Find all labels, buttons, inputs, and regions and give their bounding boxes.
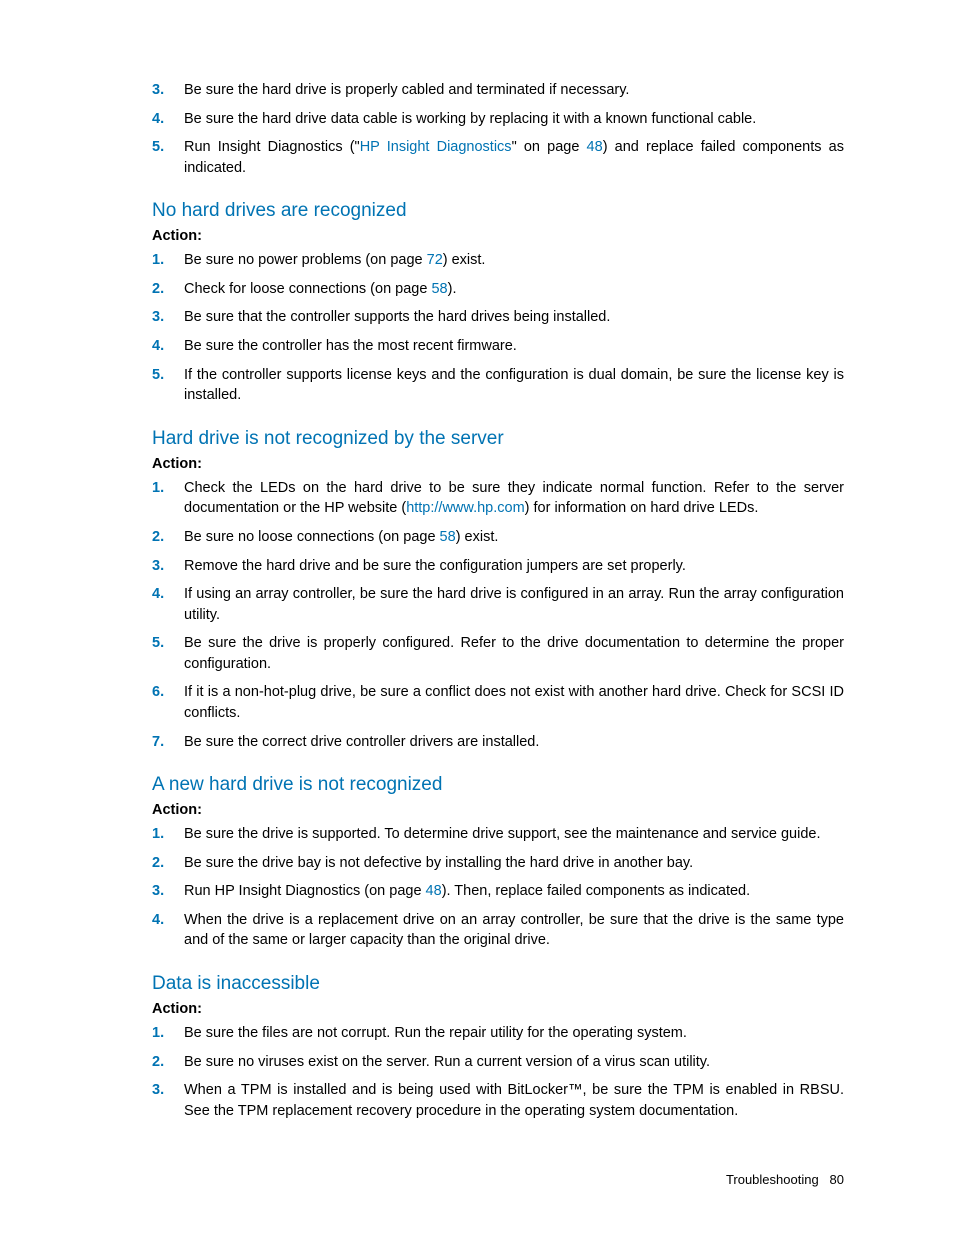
page-footer: Troubleshooting 80 — [726, 1172, 844, 1187]
list-number: 5. — [152, 365, 172, 386]
list-item: 6.If it is a non-hot-plug drive, be sure… — [152, 682, 844, 723]
list-number: 1. — [152, 478, 172, 499]
section-heading: No hard drives are recognized — [152, 200, 844, 222]
list-number: 3. — [152, 556, 172, 577]
list-number: 5. — [152, 137, 172, 158]
list-item: 5.Be sure the drive is properly configur… — [152, 633, 844, 674]
list-number: 3. — [152, 881, 172, 902]
list-item: 1.Be sure no power problems (on page 72)… — [152, 250, 844, 271]
cross-reference-link[interactable]: 72 — [427, 252, 443, 268]
list-number: 4. — [152, 109, 172, 130]
cross-reference-link[interactable]: 48 — [587, 139, 603, 155]
list-number: 2. — [152, 853, 172, 874]
cross-reference-link[interactable]: http://www.hp.com — [406, 500, 524, 516]
list-item: 7.Be sure the correct drive controller d… — [152, 732, 844, 753]
list-item: 5.Run Insight Diagnostics ("HP Insight D… — [152, 137, 844, 178]
list-number: 3. — [152, 80, 172, 101]
list-number: 3. — [152, 1080, 172, 1101]
document-page: 3.Be sure the hard drive is properly cab… — [0, 0, 954, 1235]
list-number: 2. — [152, 1052, 172, 1073]
list-number: 1. — [152, 824, 172, 845]
list-item: 4.If using an array controller, be sure … — [152, 584, 844, 625]
action-label: Action: — [152, 456, 844, 472]
list-number: 2. — [152, 527, 172, 548]
list-item: 3.When a TPM is installed and is being u… — [152, 1080, 844, 1121]
section-heading: A new hard drive is not recognized — [152, 774, 844, 796]
list-item: 2.Be sure no loose connections (on page … — [152, 527, 844, 548]
cross-reference-link[interactable]: 58 — [440, 529, 456, 545]
list-item: 4.When the drive is a replacement drive … — [152, 910, 844, 951]
footer-page: 80 — [830, 1172, 844, 1187]
section-heading: Hard drive is not recognized by the serv… — [152, 428, 844, 450]
list-number: 4. — [152, 584, 172, 605]
list-number: 6. — [152, 682, 172, 703]
list-number: 3. — [152, 307, 172, 328]
list-item: 4.Be sure the hard drive data cable is w… — [152, 109, 844, 130]
footer-label: Troubleshooting — [726, 1172, 819, 1187]
action-label: Action: — [152, 228, 844, 244]
list-item: 4.Be sure the controller has the most re… — [152, 336, 844, 357]
action-list: 1.Be sure the drive is supported. To det… — [152, 824, 844, 951]
list-item: 3.Run HP Insight Diagnostics (on page 48… — [152, 881, 844, 902]
list-item: 3.Be sure that the controller supports t… — [152, 307, 844, 328]
list-item: 1.Check the LEDs on the hard drive to be… — [152, 478, 844, 519]
cross-reference-link[interactable]: 48 — [426, 883, 442, 899]
list-number: 7. — [152, 732, 172, 753]
list-item: 2.Be sure no viruses exist on the server… — [152, 1052, 844, 1073]
list-item: 1.Be sure the files are not corrupt. Run… — [152, 1023, 844, 1044]
list-item: 5.If the controller supports license key… — [152, 365, 844, 406]
list-number: 5. — [152, 633, 172, 654]
action-list: 1.Be sure no power problems (on page 72)… — [152, 250, 844, 405]
cross-reference-link[interactable]: HP Insight Diagnostics — [360, 139, 512, 155]
list-item: 3.Be sure the hard drive is properly cab… — [152, 80, 844, 101]
list-item: 2.Be sure the drive bay is not defective… — [152, 853, 844, 874]
list-number: 4. — [152, 910, 172, 931]
list-number: 1. — [152, 1023, 172, 1044]
list-number: 1. — [152, 250, 172, 271]
cross-reference-link[interactable]: 58 — [431, 281, 447, 297]
list-item: 2.Check for loose connections (on page 5… — [152, 279, 844, 300]
action-list: 1.Check the LEDs on the hard drive to be… — [152, 478, 844, 752]
action-label: Action: — [152, 802, 844, 818]
list-item: 1.Be sure the drive is supported. To det… — [152, 824, 844, 845]
continued-list: 3.Be sure the hard drive is properly cab… — [152, 80, 844, 178]
section-heading: Data is inaccessible — [152, 973, 844, 995]
action-list: 1.Be sure the files are not corrupt. Run… — [152, 1023, 844, 1121]
action-label: Action: — [152, 1001, 844, 1017]
list-number: 2. — [152, 279, 172, 300]
list-item: 3.Remove the hard drive and be sure the … — [152, 556, 844, 577]
list-number: 4. — [152, 336, 172, 357]
